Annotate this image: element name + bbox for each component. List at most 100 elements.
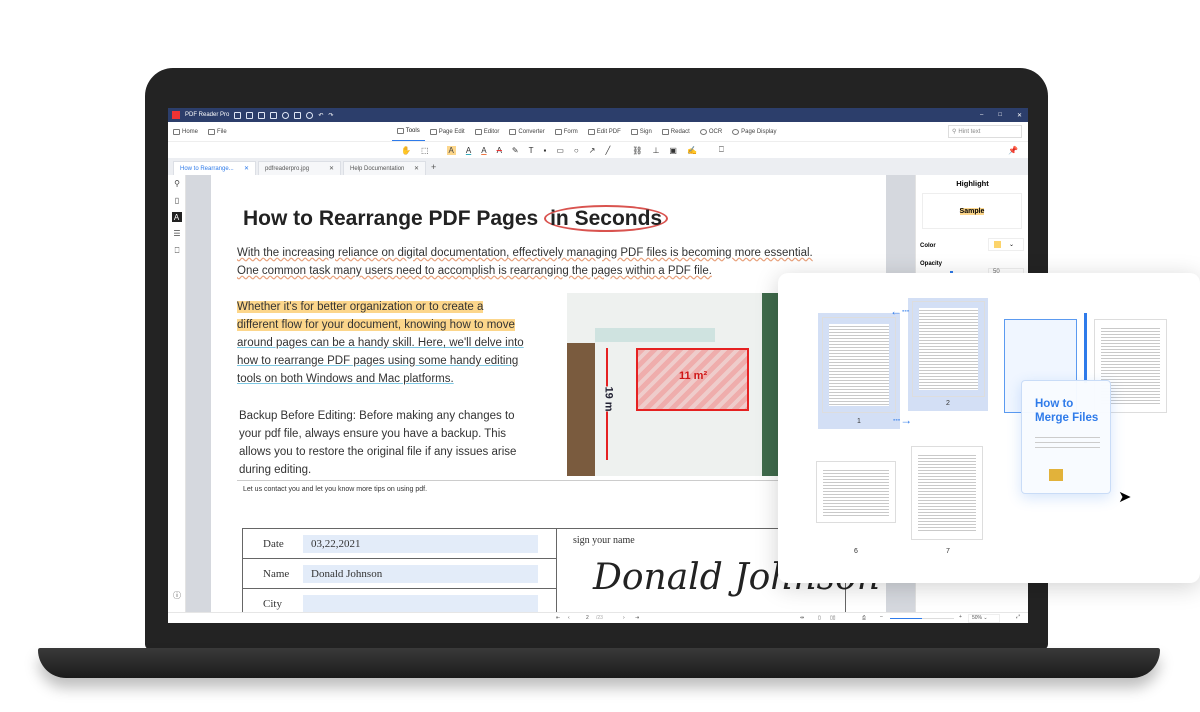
close-tab-icon[interactable]: ✕ <box>244 165 249 172</box>
export-icon[interactable]: ⎙ <box>862 615 866 621</box>
page-total: /23 <box>596 615 603 621</box>
menu-file-label: File <box>217 128 227 135</box>
open-icon[interactable] <box>234 111 242 119</box>
city-field[interactable] <box>303 595 538 612</box>
tab-editor[interactable]: Editor <box>470 122 505 141</box>
close-tab-icon[interactable]: ✕ <box>414 165 419 172</box>
page-number-input[interactable]: 2 <box>586 615 589 621</box>
minimize-button[interactable]: – <box>980 112 983 118</box>
share-icon[interactable] <box>258 111 266 119</box>
tab-document[interactable]: Help Documentation ✕ <box>343 161 426 175</box>
save-icon[interactable] <box>246 111 254 119</box>
search-icon: ⚲ <box>952 129 957 135</box>
redo-icon[interactable]: ↷ <box>328 112 333 119</box>
laptop-base <box>38 648 1160 678</box>
home-icon <box>173 128 180 135</box>
page-organizer-card: 1 2 ←┄ ┄→ 6 7 How to Merge Files ➤ <box>778 273 1200 583</box>
strikeout-icon[interactable]: A <box>497 146 502 155</box>
menu-file[interactable]: File <box>203 122 232 141</box>
zoom-select[interactable]: 50% ⌄ <box>968 614 1000 623</box>
thumbnails-icon[interactable]: ▯ <box>168 192 186 209</box>
tab-page-display[interactable]: Page Display <box>727 122 781 141</box>
rectangle-icon[interactable]: ▭ <box>556 146 564 155</box>
annotations-icon[interactable]: A <box>171 212 182 222</box>
next-page-button[interactable]: › <box>623 615 625 621</box>
page-thumbnail[interactable] <box>816 461 896 523</box>
image-icon[interactable]: ▣ <box>669 146 677 155</box>
settings-icon[interactable] <box>306 111 314 119</box>
date-field[interactable]: 03,22,2021 <box>303 534 538 553</box>
squiggly-icon[interactable]: A <box>481 146 486 155</box>
merge-files-card[interactable]: How to Merge Files <box>1021 380 1111 494</box>
tab-converter[interactable]: Converter <box>504 122 549 141</box>
help-icon[interactable] <box>282 111 290 119</box>
note-icon[interactable]: ▪ <box>544 146 547 155</box>
first-page-button[interactable]: ⇤ <box>556 615 560 621</box>
tab-ocr[interactable]: OCR <box>695 122 727 141</box>
key-icon[interactable] <box>294 111 302 119</box>
text-icon[interactable]: T <box>529 146 534 155</box>
tab-label: Page Display <box>741 128 777 135</box>
info-icon[interactable]: ⓘ <box>168 587 186 604</box>
line-icon[interactable]: ╱ <box>605 146 610 155</box>
tab-redact[interactable]: Redact <box>657 122 695 141</box>
page-thumbnail[interactable] <box>822 317 896 413</box>
last-page-button[interactable]: ⇥ <box>635 615 639 621</box>
tab-form[interactable]: Form <box>550 122 583 141</box>
tab-document[interactable]: How to Rearrange... ✕ <box>173 161 256 175</box>
new-tab-button[interactable]: + <box>431 162 436 172</box>
signature-icon[interactable]: ✍ <box>687 146 697 155</box>
two-page-icon[interactable]: ▯▯ <box>830 615 836 621</box>
maximize-button[interactable]: □ <box>998 112 1002 118</box>
bookmark-icon[interactable]: ⎕ <box>168 242 186 259</box>
tab-page-edit[interactable]: Page Edit <box>425 122 470 141</box>
contact-text: Let us contact you and let you know more… <box>243 486 428 493</box>
file-icon <box>208 128 216 135</box>
arrow-icon[interactable]: ↗ <box>589 146 596 155</box>
tab-edit-pdf[interactable]: Edit PDF <box>583 122 626 141</box>
close-tab-icon[interactable]: ✕ <box>329 165 334 172</box>
status-bar: ⇤ ‹ 2 /23 › ⇥ ⇹ ▯ ▯▯ ⎙ – + 50% ⌄ ⤢ <box>168 612 1028 623</box>
pin-icon[interactable]: 📌 <box>1008 146 1018 155</box>
tab-document[interactable]: pdfreaderpro.jpg ✕ <box>258 161 341 175</box>
stamp-icon[interactable]: ⊥ <box>652 146 659 155</box>
name-label: Name <box>263 567 290 580</box>
outline-icon[interactable]: ☰ <box>168 225 186 242</box>
bookmark-icon[interactable]: ⎕ <box>719 145 724 155</box>
menu-home-label: Home <box>182 128 199 135</box>
search-box[interactable]: ⚲ Hint text <box>948 125 1022 138</box>
tools-icon <box>396 128 404 134</box>
select-icon[interactable]: ⬚ <box>421 146 429 155</box>
circle-icon[interactable]: ○ <box>574 146 579 155</box>
pen-icon[interactable]: ✎ <box>512 146 519 155</box>
app-title: PDF Reader Pro <box>185 112 230 118</box>
link-icon[interactable]: ⛓ <box>632 146 642 155</box>
print-icon[interactable] <box>270 111 278 119</box>
left-sidebar: ⚲ ▯ A ☰ ⎕ ⓘ <box>168 175 186 612</box>
paragraph-2: Backup Before Editing: Before making any… <box>239 410 517 476</box>
title-circled-text: in Seconds <box>544 205 669 232</box>
undo-icon[interactable]: ↶ <box>318 112 323 119</box>
search-icon[interactable]: ⚲ <box>168 175 186 192</box>
tab-sign[interactable]: Sign <box>626 122 657 141</box>
zoom-in-button[interactable]: + <box>959 614 962 620</box>
name-field[interactable]: Donald Johnson <box>303 564 538 583</box>
page-thumbnail[interactable] <box>911 446 983 540</box>
close-button[interactable]: ✕ <box>1017 112 1022 119</box>
highlighted-text[interactable]: Whether it's for better organization or … <box>237 301 515 331</box>
hand-icon[interactable]: ✋ <box>401 146 411 155</box>
highlight-icon[interactable]: A <box>446 145 456 155</box>
fit-icon[interactable]: ⇹ <box>800 615 804 621</box>
zoom-slider[interactable] <box>890 618 954 619</box>
underline-icon[interactable]: A <box>466 146 471 155</box>
title-bar: PDF Reader Pro ↶ ↷ – □ ✕ <box>168 108 1028 122</box>
zoom-out-button[interactable]: – <box>880 614 883 620</box>
color-picker[interactable]: ⌄ <box>988 238 1024 251</box>
page-thumbnail[interactable] <box>912 301 985 397</box>
tab-tools[interactable]: Tools <box>391 122 425 141</box>
area-label: 11 m² <box>679 370 708 382</box>
single-page-icon[interactable]: ▯ <box>818 615 821 621</box>
menu-home[interactable]: Home <box>168 122 203 141</box>
fullscreen-icon[interactable]: ⤢ <box>1016 614 1020 620</box>
prev-page-button[interactable]: ‹ <box>568 615 570 621</box>
